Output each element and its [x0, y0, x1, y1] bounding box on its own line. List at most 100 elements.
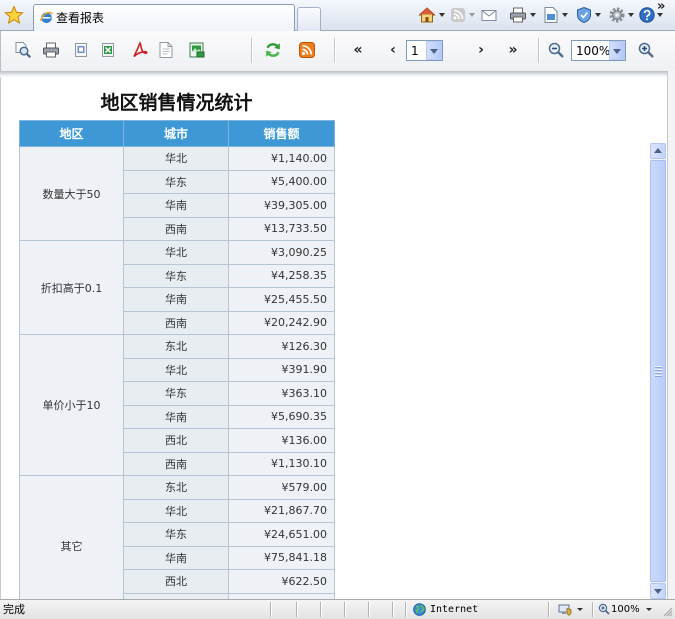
sales-cell: ¥1,140.00 [228, 146, 335, 171]
status-separator [592, 602, 593, 617]
region-cell: 其它 [19, 475, 124, 599]
page-select[interactable]: 1 [406, 40, 443, 61]
resize-grip-icon[interactable] [662, 606, 673, 617]
sales-cell: ¥579.00 [228, 475, 335, 500]
rss-icon [299, 42, 315, 58]
tools-icon[interactable] [608, 6, 626, 24]
safety-dropdown-arrow[interactable] [595, 13, 602, 18]
toolbar-separator [334, 38, 335, 63]
city-cell: 西北 [123, 428, 229, 453]
tools-dropdown-arrow[interactable] [628, 13, 635, 18]
city-cell: 东北 [123, 334, 229, 359]
region-cell: 单价小于10 [19, 334, 124, 476]
favorites-button[interactable] [4, 5, 24, 25]
print-icon [43, 42, 59, 58]
help-icon[interactable] [638, 6, 656, 24]
tab-bar: 查看报表 » [0, 0, 675, 31]
prev-page-button[interactable]: ‹ [385, 40, 401, 60]
export-html-button[interactable] [70, 39, 92, 61]
export-image-button[interactable] [186, 39, 208, 61]
status-separator [296, 602, 297, 617]
export-excel-button[interactable] [97, 39, 119, 61]
safety-icon[interactable] [575, 6, 593, 24]
scroll-down-button[interactable] [650, 583, 666, 599]
page-select-value: 1 [411, 44, 419, 58]
zoom-select[interactable]: 100% [571, 40, 626, 61]
city-cell: 华东 [123, 169, 229, 194]
column-header-sales: 销售额 [228, 120, 335, 147]
city-cell: 华东 [123, 522, 229, 547]
table-row: 数量大于50 华北 ¥1,140.00 [19, 146, 335, 241]
feeds-icon[interactable] [449, 6, 467, 24]
more-commands-chevron[interactable]: » [657, 0, 665, 14]
table-body: 数量大于50 华北 ¥1,140.00 华东 ¥5,400.00 华南 ¥39,305.00… [19, 146, 335, 599]
city-cell: 西北 [123, 569, 229, 594]
status-zoom-level[interactable]: 100% [611, 604, 640, 616]
scroll-up-button[interactable] [650, 143, 666, 159]
city-cell: 华北 [123, 146, 229, 171]
protected-mode-dropdown-arrow[interactable] [577, 608, 584, 613]
chevron-down-icon[interactable] [426, 41, 442, 60]
read-mail-icon[interactable] [480, 6, 498, 24]
export-pdf-button[interactable] [129, 39, 151, 61]
first-page-button[interactable]: « [350, 40, 366, 60]
zoom-in-icon [638, 42, 654, 58]
refresh-icon [266, 43, 280, 57]
city-cell: 西南 [123, 216, 229, 241]
zoom-in-button[interactable] [635, 39, 657, 61]
city-cell: 华南 [123, 287, 229, 312]
next-page-button[interactable]: › [473, 40, 489, 60]
sales-cell: ¥21,867.70 [228, 498, 335, 523]
zoom-dropdown-arrow[interactable] [646, 608, 653, 613]
window-right-border [667, 71, 675, 599]
feed-button[interactable] [296, 39, 318, 61]
sales-table: 地区 城市 销售额 数量大于50 华北 ¥1,140.00 华东 ¥5,400.00 华南… [19, 120, 335, 599]
home-icon[interactable] [418, 6, 436, 24]
sales-cell: ¥39,305.00 [228, 193, 335, 218]
page-dropdown-arrow[interactable] [562, 13, 569, 18]
find-button[interactable] [12, 39, 34, 61]
feeds-dropdown-arrow[interactable] [469, 13, 476, 18]
print-button[interactable] [40, 39, 62, 61]
scroll-thumb[interactable] [650, 160, 666, 582]
report-title: 地区销售情况统计 [100, 92, 253, 114]
city-cell: 西南 [123, 451, 229, 476]
tab-active[interactable]: 查看报表 [33, 4, 295, 31]
chevron-down-icon[interactable] [609, 41, 625, 60]
sales-cell: ¥363.10 [228, 381, 335, 406]
status-bar: 完成 Internet 100% [0, 599, 675, 619]
column-header-city: 城市 [123, 120, 229, 147]
table-header-row: 地区 城市 销售额 [19, 120, 335, 147]
export-text-button[interactable] [155, 39, 177, 61]
refresh-button[interactable] [262, 39, 284, 61]
status-separator [405, 602, 406, 617]
zoom-out-button[interactable] [545, 39, 567, 61]
zoom-icon[interactable] [598, 603, 610, 615]
city-cell: 华东 [123, 381, 229, 406]
sales-cell: ¥25,455.50 [228, 287, 335, 312]
status-separator [344, 602, 345, 617]
protected-mode-icon[interactable] [558, 604, 572, 616]
scroll-grip [655, 375, 662, 376]
print-dropdown-arrow[interactable] [530, 13, 537, 18]
zoom-out-icon [548, 42, 564, 58]
scroll-grip [655, 369, 662, 370]
home-dropdown-arrow[interactable] [439, 13, 446, 18]
column-header-region: 地区 [19, 120, 124, 147]
export-text-icon [159, 42, 173, 58]
toolbar-separator [251, 38, 252, 63]
print-icon[interactable] [509, 6, 527, 24]
new-tab-button[interactable] [297, 7, 321, 31]
status-text: 完成 [3, 603, 25, 616]
export-pdf-icon [133, 41, 148, 58]
region-cell: 数量大于50 [19, 146, 124, 241]
region-cell: 折扣高于0.1 [19, 240, 124, 335]
city-cell: 华北 [123, 357, 229, 382]
city-cell: 华北 [123, 498, 229, 523]
report-toolbar: « ‹ 1 › » 100% [0, 31, 675, 71]
table-row: 折扣高于0.1 华北 ¥3,090.25 [19, 240, 335, 335]
city-cell: 东北 [123, 475, 229, 500]
last-page-button[interactable]: » [505, 40, 521, 60]
page-icon[interactable] [542, 6, 560, 24]
vertical-scrollbar[interactable] [650, 143, 666, 599]
